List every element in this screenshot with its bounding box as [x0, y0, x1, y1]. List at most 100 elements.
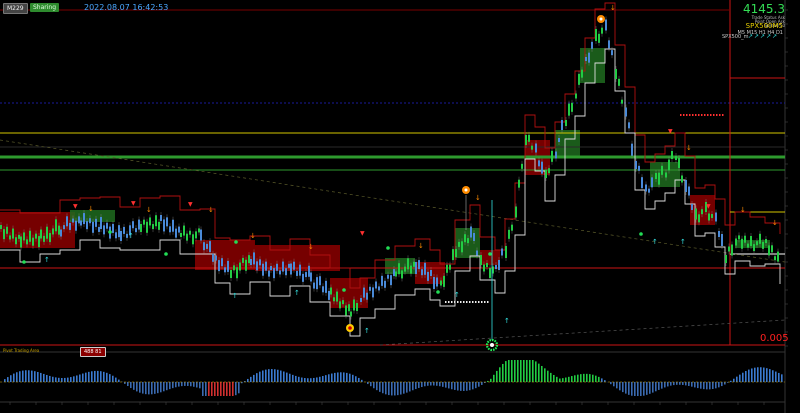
candle-body	[681, 175, 683, 183]
histogram-bar	[103, 371, 105, 382]
candle-body	[233, 265, 235, 271]
histogram-bar	[520, 360, 522, 382]
candle-body	[618, 78, 620, 86]
candle-body	[393, 269, 395, 277]
histogram-bar	[526, 360, 528, 382]
histogram-bar	[721, 382, 723, 387]
histogram-bar	[463, 382, 465, 391]
histogram-bar	[673, 382, 675, 386]
candle-body	[541, 161, 543, 174]
histogram-bar	[574, 375, 576, 382]
histogram-bar	[331, 373, 333, 382]
candle-body	[353, 299, 355, 311]
histogram-bar	[361, 379, 363, 382]
candle-body	[310, 272, 312, 282]
candle-body	[290, 263, 292, 275]
candle-body	[691, 204, 693, 210]
histogram-bar	[106, 372, 108, 382]
supply-demand-zone	[555, 130, 580, 158]
histogram-bar	[709, 382, 711, 390]
candle-body	[342, 300, 344, 305]
candle-body	[319, 276, 321, 286]
orange-down-arrow-icon: ↓	[308, 243, 314, 251]
candle-body	[685, 180, 687, 192]
histogram-bar	[652, 382, 654, 393]
candle-body	[339, 301, 341, 309]
candle-body	[671, 151, 673, 159]
histogram-bar	[301, 377, 303, 382]
histogram-bar	[334, 372, 336, 382]
histogram-bar	[220, 382, 222, 396]
candle-body	[350, 311, 352, 317]
histogram-bar	[430, 382, 432, 386]
candle-body	[106, 222, 108, 229]
candle-body	[381, 275, 383, 286]
histogram-bar	[508, 360, 510, 382]
candle-body	[565, 120, 567, 126]
candle-body	[60, 229, 62, 237]
candle-body	[149, 217, 151, 226]
candle-body	[605, 19, 607, 31]
candle-body	[407, 258, 409, 270]
histogram-bar	[529, 360, 531, 382]
green-dot-marker	[436, 290, 440, 294]
histogram-bar	[250, 376, 252, 382]
histogram-bar	[571, 376, 573, 382]
histogram-bar	[256, 373, 258, 382]
candle-body	[26, 239, 28, 245]
candle-body	[531, 145, 533, 150]
histogram-bar	[514, 360, 516, 382]
histogram-bar	[622, 382, 624, 393]
candle-body	[146, 221, 148, 233]
orange-down-arrow-icon: ↓	[88, 205, 94, 213]
candle-body	[98, 226, 100, 232]
candle-body	[6, 226, 8, 234]
candle-body	[218, 260, 220, 272]
histogram-bar	[169, 382, 171, 390]
histogram-bar	[184, 382, 186, 386]
histogram-bar	[460, 382, 462, 391]
candle-body	[195, 231, 197, 239]
histogram-bar	[25, 370, 27, 382]
candle-body	[641, 177, 643, 189]
histogram-bar	[568, 376, 570, 382]
histogram-bar	[610, 382, 612, 385]
candle-body	[132, 221, 134, 229]
histogram-bar	[265, 369, 267, 382]
candle-body	[29, 230, 31, 242]
histogram-bar	[748, 369, 750, 382]
histogram-bar	[634, 382, 636, 396]
sharing-badge[interactable]: Sharing	[30, 3, 60, 12]
histogram-bar	[424, 382, 426, 387]
direction-arrows: ↗↗↗↗↗	[748, 33, 779, 40]
histogram-bar	[478, 382, 480, 387]
candle-body	[236, 267, 238, 279]
histogram-bar	[325, 375, 327, 382]
histogram-bar	[625, 382, 627, 394]
candle-body	[316, 277, 318, 290]
orange-down-arrow-icon: ↓	[418, 242, 424, 250]
symbol-badge[interactable]: M229	[3, 3, 28, 14]
histogram-bar	[745, 371, 747, 382]
candle-body	[651, 177, 653, 188]
candle-body	[571, 102, 573, 112]
candle-body	[452, 249, 454, 261]
candle-body	[43, 235, 45, 242]
candle-body	[35, 233, 37, 239]
green-dot-marker	[488, 252, 492, 256]
histogram-bar	[532, 360, 534, 382]
histogram-bar	[193, 382, 195, 387]
histogram-bar	[163, 382, 165, 392]
candle-body	[588, 52, 590, 63]
candle-body	[369, 286, 371, 291]
candle-body	[480, 255, 482, 265]
price-chart[interactable]: ↓ ↓ ↓ ↓ ↓ ↓ ↓ ↓ ↓ ↓ ↓ ▼ ▼ ▼ ▼ ▼ ▼ ↑ ↑ ↑ ↑ ↑ ↑ ↑ ↑ ↑	[0, 0, 800, 413]
candle-body	[112, 223, 114, 233]
cyan-up-arrow-icon: ↑	[294, 289, 300, 297]
histogram-bar	[259, 371, 261, 382]
candle-body	[750, 236, 752, 246]
candle-body	[440, 280, 442, 286]
candle-body	[528, 134, 530, 142]
histogram-bar	[562, 378, 564, 382]
histogram-bar	[697, 382, 699, 389]
